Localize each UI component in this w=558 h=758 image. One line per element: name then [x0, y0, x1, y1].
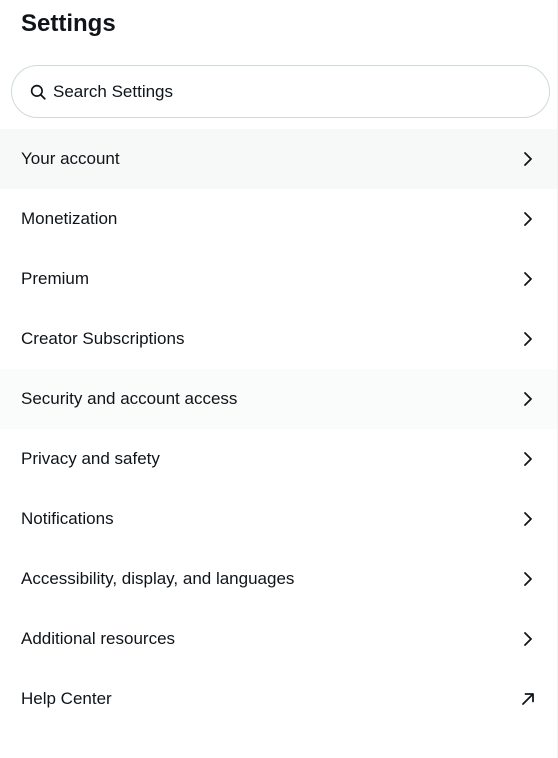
settings-header: Settings	[0, 0, 558, 48]
menu-item-label: Monetization	[21, 209, 118, 228]
menu-item-label: Notifications	[21, 509, 114, 528]
menu-item-label: Security and account access	[21, 389, 238, 408]
menu-item-premium[interactable]: Premium	[0, 249, 558, 309]
chevron-right-icon	[520, 391, 536, 407]
chevron-right-icon	[520, 151, 536, 167]
search-placeholder: Search Settings	[53, 81, 174, 101]
menu-item-your-account[interactable]: Your account	[0, 129, 558, 189]
menu-item-accessibility-display-languages[interactable]: Accessibility, display, and languages	[0, 549, 558, 609]
chevron-right-icon	[520, 511, 536, 527]
chevron-right-icon	[520, 451, 536, 467]
menu-item-label: Accessibility, display, and languages	[21, 569, 295, 588]
menu-item-label: Help Center	[21, 689, 112, 708]
chevron-right-icon	[520, 211, 536, 227]
page-title: Settings	[21, 10, 116, 37]
search-input[interactable]: Search Settings	[11, 65, 550, 118]
menu-item-additional-resources[interactable]: Additional resources	[0, 609, 558, 669]
menu-item-notifications[interactable]: Notifications	[0, 489, 558, 549]
menu-item-label: Additional resources	[21, 629, 176, 648]
chevron-right-icon	[520, 631, 536, 647]
menu-item-help-center[interactable]: Help Center	[0, 669, 558, 729]
chevron-right-icon	[520, 331, 536, 347]
menu-item-label: Premium	[21, 269, 90, 288]
external-link-arrow-icon	[520, 691, 536, 707]
search-container: Search Settings	[0, 48, 558, 118]
search-icon	[29, 83, 47, 101]
menu-item-creator-subscriptions[interactable]: Creator Subscriptions	[0, 309, 558, 369]
settings-menu: Your account Monetization Premium Creato…	[0, 129, 558, 729]
chevron-right-icon	[520, 271, 536, 287]
menu-item-label: Privacy and safety	[21, 449, 160, 468]
menu-item-label: Creator Subscriptions	[21, 329, 185, 348]
menu-item-privacy-and-safety[interactable]: Privacy and safety	[0, 429, 558, 489]
menu-item-security-and-account-access[interactable]: Security and account access	[0, 369, 558, 429]
chevron-right-icon	[520, 571, 536, 587]
menu-item-monetization[interactable]: Monetization	[0, 189, 558, 249]
menu-item-label: Your account	[21, 149, 120, 168]
